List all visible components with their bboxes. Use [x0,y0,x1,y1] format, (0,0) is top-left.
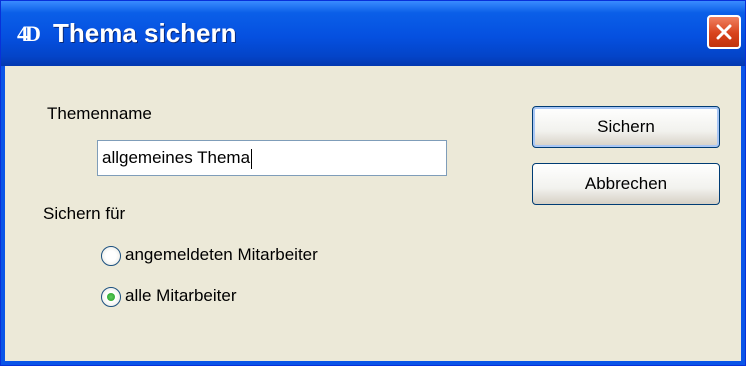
close-icon [716,24,732,40]
app-logo-icon: 4D [17,21,41,46]
cancel-button[interactable]: Abbrechen [532,163,720,205]
radio-label-logged-in[interactable]: angemeldeten Mitarbeiter [125,245,318,265]
close-button[interactable] [707,15,741,49]
save-for-label: Sichern für [43,204,126,223]
dialog-window: 4D Thema sichern Themenname allgemeines … [0,0,746,366]
theme-name-input[interactable]: allgemeines Thema [97,140,447,176]
radio-button-all-employees[interactable] [101,287,121,307]
dialog-title: Thema sichern [53,18,237,48]
save-button[interactable]: Sichern [532,106,720,148]
theme-name-label: Themenname [47,104,152,123]
theme-name-value: allgemeines Thema [102,148,251,167]
radio-label-all-employees[interactable]: alle Mitarbeiter [125,286,237,306]
dialog-body: Themenname allgemeines Thema Sichern für… [5,66,741,361]
text-caret [251,148,253,169]
radio-selected-dot [107,293,115,301]
radio-button-logged-in[interactable] [101,246,121,266]
title-bar[interactable]: 4D Thema sichern [1,1,745,66]
